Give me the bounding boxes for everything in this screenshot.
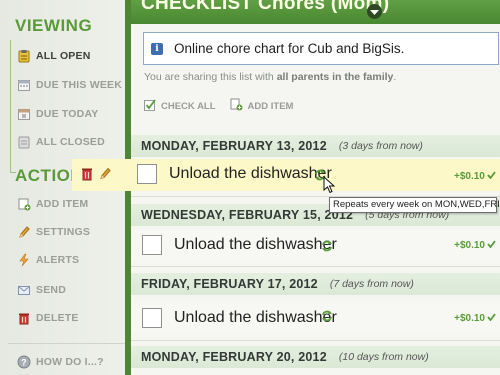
- sidebar-item-label: ADD ITEM: [36, 198, 89, 210]
- chore-reward: +$0.10: [454, 240, 496, 251]
- day-relative: (10 days from now): [338, 351, 429, 363]
- chore-reward: +$0.10: [454, 313, 496, 324]
- chore-checkbox[interactable]: [137, 164, 157, 184]
- help-label: HOW DO I...?: [36, 356, 104, 368]
- chore-checkbox[interactable]: [142, 235, 162, 255]
- mouse-cursor-icon: [323, 175, 336, 194]
- chore-row[interactable]: Unload the dishwasher +$0.10: [131, 230, 500, 260]
- reward-amount: +$0.10: [454, 171, 485, 182]
- sidebar-item-due-this-week[interactable]: DUE THIS WEEK: [17, 74, 129, 96]
- pencil-icon: [17, 225, 31, 239]
- day-date: WEDNESDAY, FEBRUARY 15, 2012: [141, 208, 354, 222]
- sidebar-item-all-closed[interactable]: ALL CLOSED: [17, 131, 129, 153]
- day-header: MONDAY, FEBRUARY 20, 2012 (10 days from …: [131, 346, 500, 368]
- sidebar-item-label: ALL OPEN: [36, 50, 91, 62]
- sharing-suffix: .: [393, 71, 397, 83]
- row-actions: [80, 166, 112, 186]
- repeat-icon[interactable]: [321, 239, 333, 252]
- day-date: MONDAY, FEBRUARY 20, 2012: [141, 350, 327, 364]
- tree-connector: [10, 40, 11, 172]
- info-message: Online chore chart for Cub and BigSis.: [174, 41, 405, 56]
- chore-checkbox[interactable]: [142, 308, 162, 328]
- day-date: FRIDAY, FEBRUARY 17, 2012: [141, 277, 318, 291]
- info-box: i Online chore chart for Cub and BigSis.: [143, 32, 499, 65]
- pencil-icon[interactable]: [98, 166, 112, 186]
- sidebar-item-all-open[interactable]: ALL OPEN: [17, 45, 129, 67]
- day-relative: (7 days from now): [329, 278, 414, 290]
- checkmark-icon: [487, 239, 496, 251]
- reward-amount: +$0.10: [454, 312, 485, 324]
- page-title: CHECKLIST Chores (Mom): [141, 0, 390, 14]
- title-bar: CHECKLIST Chores (Mom): [131, 0, 500, 24]
- calendar-week-icon: [17, 78, 31, 92]
- envelope-icon: [17, 283, 31, 297]
- title-dropdown-button[interactable]: [367, 4, 382, 19]
- sidebar-divider: [8, 343, 126, 344]
- sharing-audience: all parents in the family: [276, 71, 394, 83]
- row-divider: [131, 266, 500, 267]
- sidebar-item-label: DUE TODAY: [36, 108, 99, 120]
- day-relative: (3 days from now): [338, 140, 423, 152]
- repeat-tooltip: Repeats every week on MON,WED,FRI: [329, 197, 500, 213]
- day-date: MONDAY, FEBRUARY 13, 2012: [141, 139, 327, 153]
- chore-name: Unload the dishwasher: [169, 165, 332, 182]
- repeat-icon[interactable]: [321, 309, 333, 322]
- trash-icon[interactable]: [80, 166, 94, 186]
- sharing-prefix: You are sharing this list with: [144, 71, 277, 83]
- archive-icon: [17, 135, 31, 149]
- sidebar-item-send[interactable]: SEND: [17, 279, 129, 301]
- sidebar-item-label: ALERTS: [36, 254, 80, 266]
- svg-text:?: ?: [21, 358, 27, 368]
- chore-row[interactable]: Unload the dishwasher +$0.10: [131, 303, 500, 333]
- sidebar-item-label: ALL CLOSED: [36, 136, 105, 148]
- check-all-button[interactable]: CHECK ALL: [144, 98, 216, 114]
- add-item-button[interactable]: ADD ITEM: [230, 98, 294, 114]
- chore-name: Unload the dishwasher: [174, 236, 337, 253]
- sidebar-item-add-item[interactable]: ADD ITEM: [17, 193, 129, 215]
- info-icon: i: [151, 42, 163, 55]
- help-icon: ?: [17, 355, 31, 369]
- checkmark-icon: [487, 171, 496, 182]
- trash-icon: [17, 311, 31, 325]
- list-toolbar: CHECK ALL ADD ITEM: [144, 98, 293, 114]
- row-divider: [131, 340, 500, 341]
- lightning-icon: [17, 253, 31, 267]
- calendar-day-icon: [17, 107, 31, 121]
- checkmark-icon: [487, 312, 496, 324]
- clipboard-icon: [17, 49, 31, 63]
- viewing-heading: VIEWING: [15, 16, 93, 35]
- sidebar-item-due-today[interactable]: DUE TODAY: [17, 103, 129, 125]
- sidebar-item-alerts[interactable]: ALERTS: [17, 249, 129, 271]
- day-header: MONDAY, FEBRUARY 13, 2012 (3 days from n…: [131, 135, 500, 157]
- help-link[interactable]: ? HOW DO I...?: [17, 351, 129, 373]
- sidebar-item-label: SEND: [36, 284, 66, 296]
- add-item-icon: [230, 98, 243, 114]
- add-item-label: ADD ITEM: [247, 100, 294, 112]
- sharing-notice: You are sharing this list with all paren…: [144, 71, 396, 83]
- sidebar-item-label: SETTINGS: [36, 226, 91, 238]
- checkbox-checked-icon: [144, 98, 156, 114]
- day-header: FRIDAY, FEBRUARY 17, 2012 (7 days from n…: [131, 273, 500, 295]
- sidebar-item-label: DELETE: [36, 312, 79, 324]
- chore-reward: +$0.10: [454, 171, 496, 182]
- reward-amount: +$0.10: [454, 239, 485, 251]
- check-all-label: CHECK ALL: [161, 100, 216, 112]
- chevron-down-icon: [370, 3, 379, 21]
- sidebar-item-settings[interactable]: SETTINGS: [17, 221, 129, 243]
- add-item-icon: [17, 197, 31, 211]
- chore-name: Unload the dishwasher: [174, 309, 337, 326]
- sidebar-item-label: DUE THIS WEEK: [36, 79, 123, 91]
- sidebar-item-delete[interactable]: DELETE: [17, 307, 129, 329]
